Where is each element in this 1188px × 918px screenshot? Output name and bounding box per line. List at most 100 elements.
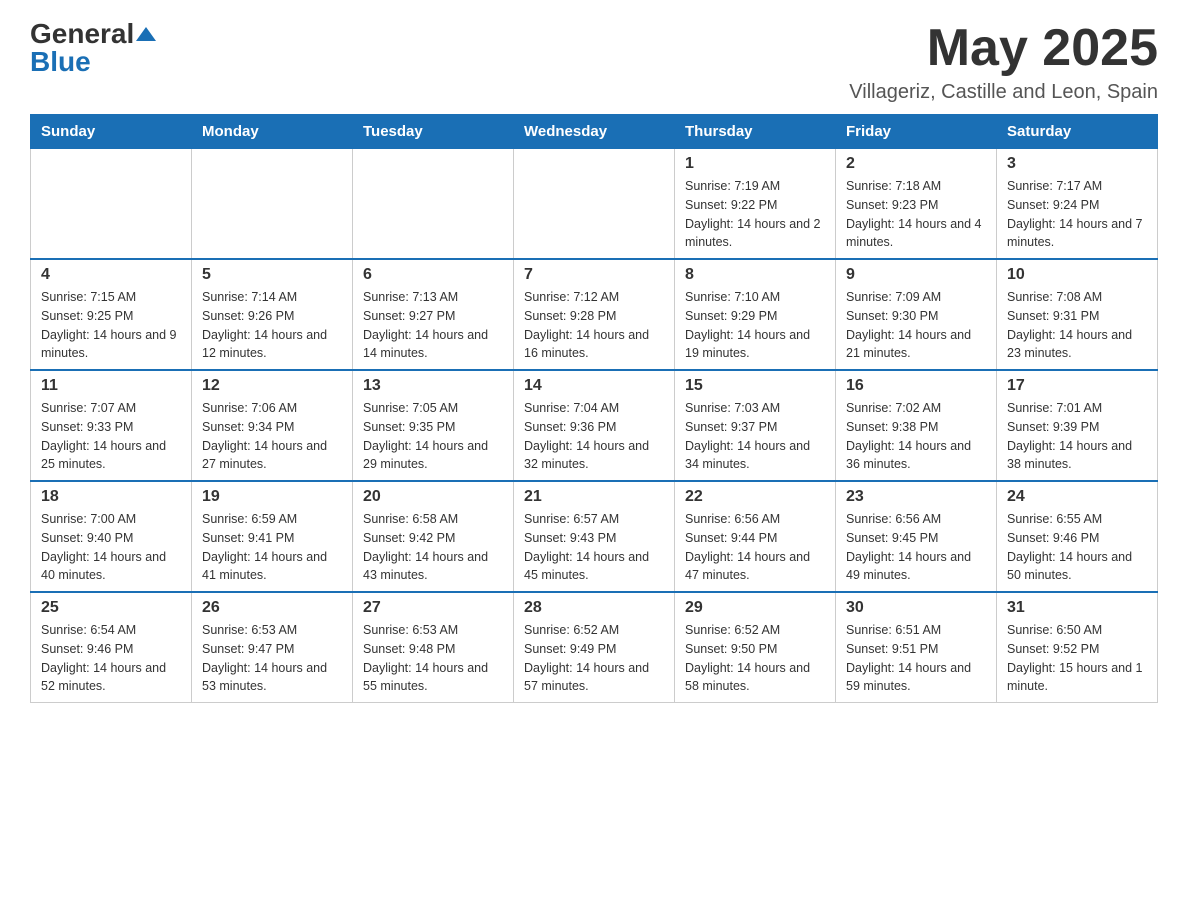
location-text: Villageriz, Castille and Leon, Spain <box>849 81 1158 104</box>
calendar-cell: 20Sunrise: 6:58 AM Sunset: 9:42 PM Dayli… <box>353 481 514 592</box>
calendar-table: SundayMondayTuesdayWednesdayThursdayFrid… <box>30 114 1158 703</box>
day-info: Sunrise: 6:53 AM Sunset: 9:47 PM Dayligh… <box>202 621 342 696</box>
calendar-cell: 14 Sunrise: 7:04 AM Sunset: 9:36 PM Dayli… <box>514 370 675 481</box>
calendar-week-5: 25Sunrise: 6:54 AM Sunset: 9:46 PM Dayli… <box>31 592 1158 703</box>
calendar-cell: 16 Sunrise: 7:02 AM Sunset: 9:38 PM Dayli… <box>836 370 997 481</box>
day-number: 3 <box>1007 155 1147 173</box>
calendar-cell <box>353 149 514 260</box>
day-info: Sunrise: 7:12 AM Sunset: 9:28 PM Dayligh… <box>524 288 664 363</box>
calendar-cell: 8Sunrise: 7:10 AM Sunset: 9:29 PM Daylig… <box>675 259 836 370</box>
title-area: May 2025 Villageriz, Castille and Leon, … <box>849 20 1158 104</box>
calendar-cell: 22 Sunrise: 6:56 AM Sunset: 9:44 PM Dayli… <box>675 481 836 592</box>
calendar-cell: 26 Sunrise: 6:53 AM Sunset: 9:47 PM Dayli… <box>192 592 353 703</box>
day-number: 5 <box>202 266 342 284</box>
calendar-cell: 3 Sunrise: 7:17 AM Sunset: 9:24 PM Daylig… <box>997 149 1158 260</box>
day-info: Sunrise: 6:52 AM Sunset: 9:50 PM Dayligh… <box>685 621 825 696</box>
page-header: General Blue May 2025 Villageriz, Castil… <box>30 20 1158 104</box>
day-number: 19 <box>202 488 342 506</box>
day-info: Sunrise: 7:14 AM Sunset: 9:26 PM Dayligh… <box>202 288 342 363</box>
day-info: Sunrise: 7:10 AM Sunset: 9:29 PM Dayligh… <box>685 288 825 363</box>
day-number: 22 <box>685 488 825 506</box>
day-info: Sunrise: 7:15 AM Sunset: 9:25 PM Dayligh… <box>41 288 181 363</box>
logo-triangle-icon <box>136 27 156 41</box>
day-number: 24 <box>1007 488 1147 506</box>
calendar-week-1: 1 Sunrise: 7:19 AM Sunset: 9:22 PM Daylig… <box>31 149 1158 260</box>
calendar-cell: 29Sunrise: 6:52 AM Sunset: 9:50 PM Dayli… <box>675 592 836 703</box>
calendar-cell: 28Sunrise: 6:52 AM Sunset: 9:49 PM Dayli… <box>514 592 675 703</box>
day-number: 23 <box>846 488 986 506</box>
day-info: Sunrise: 7:17 AM Sunset: 9:24 PM Dayligh… <box>1007 177 1147 252</box>
calendar-cell <box>192 149 353 260</box>
calendar-cell: 23 Sunrise: 6:56 AM Sunset: 9:45 PM Dayli… <box>836 481 997 592</box>
day-info: Sunrise: 6:52 AM Sunset: 9:49 PM Dayligh… <box>524 621 664 696</box>
day-number: 12 <box>202 377 342 395</box>
day-info: Sunrise: 7:07 AM Sunset: 9:33 PM Dayligh… <box>41 399 181 474</box>
day-number: 9 <box>846 266 986 284</box>
day-number: 17 <box>1007 377 1147 395</box>
calendar-cell: 19 Sunrise: 6:59 AM Sunset: 9:41 PM Dayli… <box>192 481 353 592</box>
weekday-header-wednesday: Wednesday <box>514 115 675 149</box>
day-info: Sunrise: 6:56 AM Sunset: 9:44 PM Dayligh… <box>685 510 825 585</box>
day-info: Sunrise: 7:18 AM Sunset: 9:23 PM Dayligh… <box>846 177 986 252</box>
calendar-cell: 1 Sunrise: 7:19 AM Sunset: 9:22 PM Daylig… <box>675 149 836 260</box>
day-info: Sunrise: 7:06 AM Sunset: 9:34 PM Dayligh… <box>202 399 342 474</box>
calendar-cell: 27Sunrise: 6:53 AM Sunset: 9:48 PM Dayli… <box>353 592 514 703</box>
day-number: 25 <box>41 599 181 617</box>
calendar-week-2: 4 Sunrise: 7:15 AM Sunset: 9:25 PM Daylig… <box>31 259 1158 370</box>
day-number: 15 <box>685 377 825 395</box>
day-number: 21 <box>524 488 664 506</box>
day-number: 14 <box>524 377 664 395</box>
calendar-cell: 7 Sunrise: 7:12 AM Sunset: 9:28 PM Daylig… <box>514 259 675 370</box>
day-info: Sunrise: 7:00 AM Sunset: 9:40 PM Dayligh… <box>41 510 181 585</box>
weekday-header-tuesday: Tuesday <box>353 115 514 149</box>
day-number: 2 <box>846 155 986 173</box>
day-number: 13 <box>363 377 503 395</box>
day-info: Sunrise: 7:03 AM Sunset: 9:37 PM Dayligh… <box>685 399 825 474</box>
weekday-header-row: SundayMondayTuesdayWednesdayThursdayFrid… <box>31 115 1158 149</box>
day-info: Sunrise: 7:01 AM Sunset: 9:39 PM Dayligh… <box>1007 399 1147 474</box>
day-number: 18 <box>41 488 181 506</box>
calendar-cell: 13 Sunrise: 7:05 AM Sunset: 9:35 PM Dayli… <box>353 370 514 481</box>
calendar-cell: 10 Sunrise: 7:08 AM Sunset: 9:31 PM Dayli… <box>997 259 1158 370</box>
calendar-cell: 31 Sunrise: 6:50 AM Sunset: 9:52 PM Dayli… <box>997 592 1158 703</box>
day-number: 10 <box>1007 266 1147 284</box>
calendar-cell: 17 Sunrise: 7:01 AM Sunset: 9:39 PM Dayli… <box>997 370 1158 481</box>
calendar-cell <box>31 149 192 260</box>
logo: General Blue <box>30 20 156 76</box>
day-info: Sunrise: 7:04 AM Sunset: 9:36 PM Dayligh… <box>524 399 664 474</box>
day-number: 30 <box>846 599 986 617</box>
day-number: 4 <box>41 266 181 284</box>
day-info: Sunrise: 6:59 AM Sunset: 9:41 PM Dayligh… <box>202 510 342 585</box>
day-info: Sunrise: 6:57 AM Sunset: 9:43 PM Dayligh… <box>524 510 664 585</box>
calendar-cell: 15 Sunrise: 7:03 AM Sunset: 9:37 PM Dayli… <box>675 370 836 481</box>
day-info: Sunrise: 7:02 AM Sunset: 9:38 PM Dayligh… <box>846 399 986 474</box>
day-info: Sunrise: 7:08 AM Sunset: 9:31 PM Dayligh… <box>1007 288 1147 363</box>
calendar-cell: 24 Sunrise: 6:55 AM Sunset: 9:46 PM Dayli… <box>997 481 1158 592</box>
day-info: Sunrise: 7:19 AM Sunset: 9:22 PM Dayligh… <box>685 177 825 252</box>
logo-blue-text: Blue <box>30 48 91 76</box>
day-number: 7 <box>524 266 664 284</box>
day-info: Sunrise: 6:53 AM Sunset: 9:48 PM Dayligh… <box>363 621 503 696</box>
calendar-cell: 21 Sunrise: 6:57 AM Sunset: 9:43 PM Dayli… <box>514 481 675 592</box>
day-info: Sunrise: 6:50 AM Sunset: 9:52 PM Dayligh… <box>1007 621 1147 696</box>
day-info: Sunrise: 6:55 AM Sunset: 9:46 PM Dayligh… <box>1007 510 1147 585</box>
day-number: 6 <box>363 266 503 284</box>
calendar-week-4: 18 Sunrise: 7:00 AM Sunset: 9:40 PM Dayli… <box>31 481 1158 592</box>
day-number: 20 <box>363 488 503 506</box>
logo-general-text: General <box>30 20 134 48</box>
day-number: 1 <box>685 155 825 173</box>
calendar-cell: 11Sunrise: 7:07 AM Sunset: 9:33 PM Dayli… <box>31 370 192 481</box>
day-info: Sunrise: 6:56 AM Sunset: 9:45 PM Dayligh… <box>846 510 986 585</box>
day-number: 16 <box>846 377 986 395</box>
month-title: May 2025 <box>849 20 1158 77</box>
weekday-header-saturday: Saturday <box>997 115 1158 149</box>
day-info: Sunrise: 7:13 AM Sunset: 9:27 PM Dayligh… <box>363 288 503 363</box>
calendar-cell: 12 Sunrise: 7:06 AM Sunset: 9:34 PM Dayli… <box>192 370 353 481</box>
day-number: 26 <box>202 599 342 617</box>
day-info: Sunrise: 7:05 AM Sunset: 9:35 PM Dayligh… <box>363 399 503 474</box>
calendar-cell: 4 Sunrise: 7:15 AM Sunset: 9:25 PM Daylig… <box>31 259 192 370</box>
day-number: 31 <box>1007 599 1147 617</box>
weekday-header-friday: Friday <box>836 115 997 149</box>
calendar-cell <box>514 149 675 260</box>
calendar-cell: 25Sunrise: 6:54 AM Sunset: 9:46 PM Dayli… <box>31 592 192 703</box>
